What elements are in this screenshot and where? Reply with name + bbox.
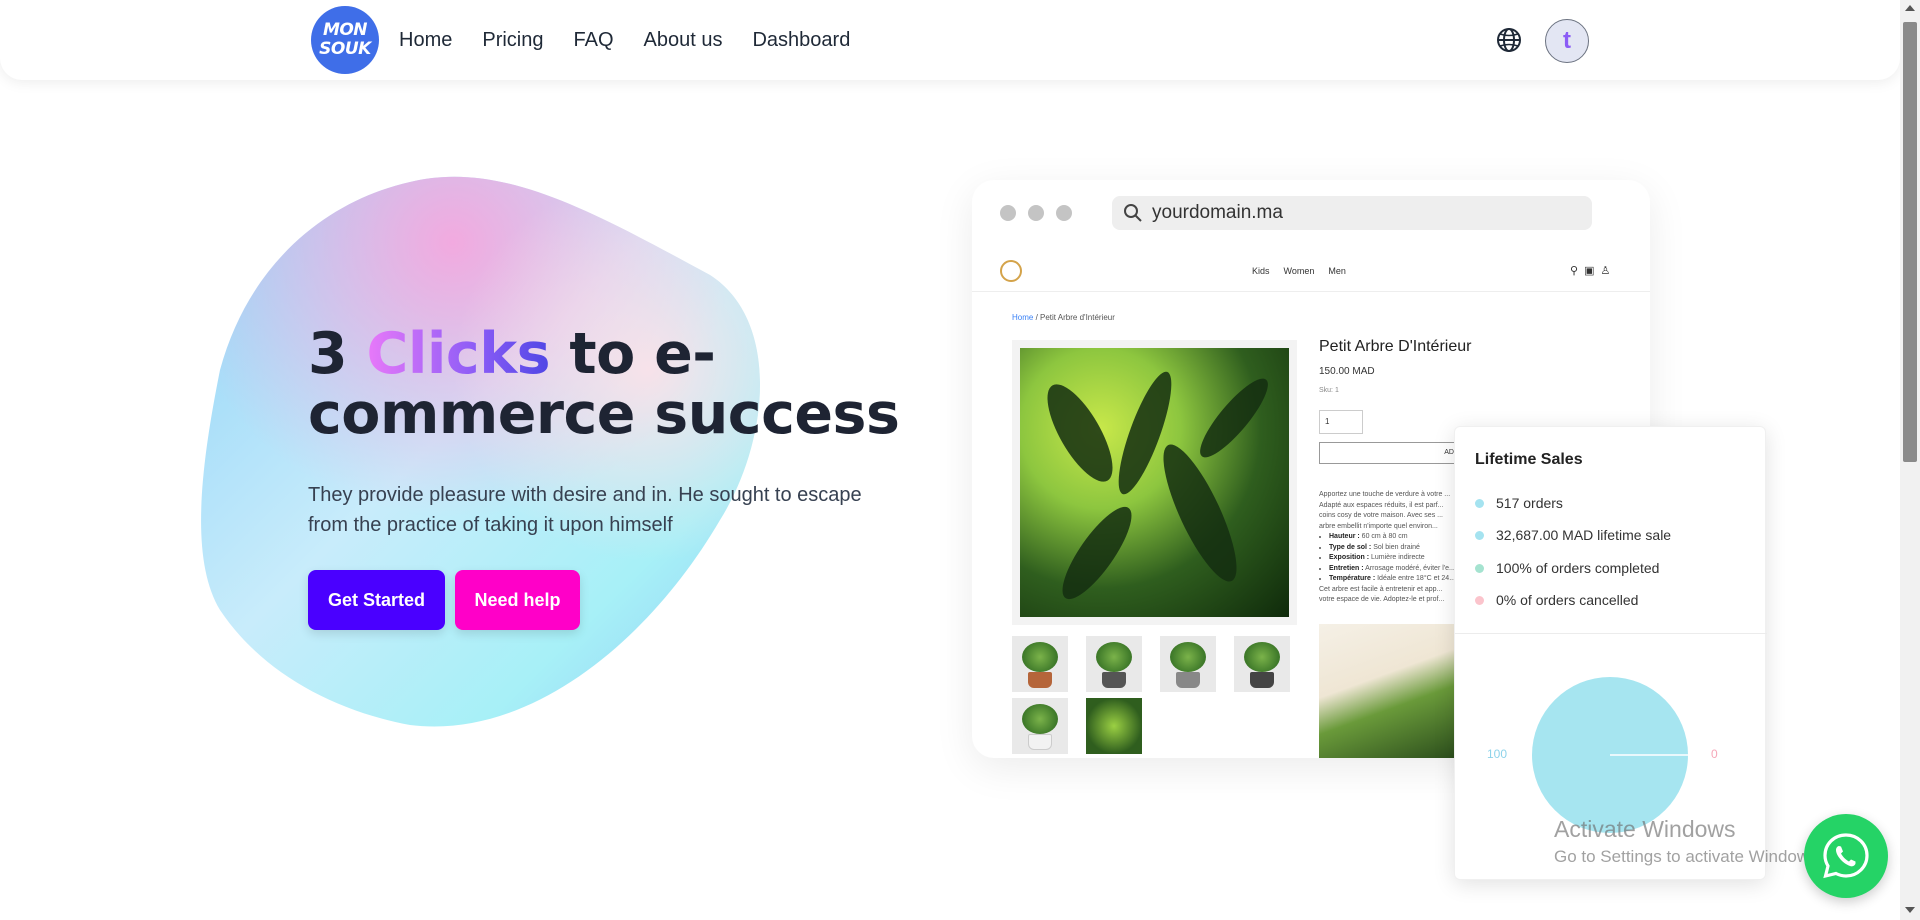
globe-icon[interactable] [1494, 25, 1524, 55]
breadcrumb-separator: / [1033, 313, 1041, 322]
spec-item: Entretien : Arrosage modéré, éviter l'e.… [1329, 564, 1459, 575]
stat-text: 517 orders [1496, 495, 1563, 511]
lifetime-sales-title: Lifetime Sales [1475, 451, 1583, 468]
shop-user-icon: ♙ [1600, 265, 1611, 277]
scroll-down-arrow-icon[interactable] [1905, 907, 1915, 913]
stat-cancelled: 0% of orders cancelled [1475, 592, 1638, 608]
lifetime-sales-card: Lifetime Sales 517 orders 32,687.00 MAD … [1454, 426, 1767, 880]
stat-text: 100% of orders completed [1496, 560, 1660, 576]
shop-search-icon: ⚲ [1570, 265, 1579, 277]
product-thumbnail[interactable] [1234, 636, 1290, 692]
top-navbar: MON SOUK Home Pricing FAQ About us Dashb… [0, 0, 1900, 80]
hero-title: 3 Clicks to e-commerce success [308, 324, 928, 444]
product-thumbnail[interactable] [1086, 698, 1142, 754]
stat-orders: 517 orders [1475, 495, 1563, 511]
product-thumbnail[interactable] [1160, 636, 1216, 692]
product-thumbnail[interactable] [1086, 636, 1142, 692]
stat-text: 32,687.00 MAD lifetime sale [1496, 527, 1672, 543]
quantity-input[interactable]: 1 [1319, 410, 1363, 434]
add-to-cart-button[interactable]: AD [1319, 442, 1459, 464]
nav-link-home[interactable]: Home [399, 29, 452, 52]
stat-bullet [1475, 530, 1484, 540]
product-sku: Sku: 1 [1319, 387, 1339, 394]
hero-subtitle: They provide pleasure with desire and in… [308, 484, 862, 536]
window-controls [1000, 205, 1072, 221]
stat-bullet [1475, 563, 1484, 573]
scrollbar-thumb[interactable] [1903, 22, 1917, 462]
url-text: yourdomain.ma [1152, 202, 1283, 223]
product-main-image [1012, 340, 1297, 625]
nav-link-pricing[interactable]: Pricing [482, 29, 543, 52]
main-nav: Home Pricing FAQ About us Dashboard [399, 0, 880, 80]
avatar-letter: t [1563, 27, 1571, 54]
logo-text-line1: MON [322, 20, 368, 40]
product-secondary-image [1319, 624, 1459, 758]
spec-item: Hauteur : 60 cm à 80 cm [1329, 532, 1459, 543]
stat-text: 0% of orders cancelled [1496, 592, 1639, 608]
window-dot [1000, 205, 1016, 221]
shop-header-icons: ⚲ ▣ ♙ [1570, 264, 1610, 277]
hero-title-part1: 3 [308, 321, 367, 387]
product-thumbnail[interactable] [1012, 636, 1068, 692]
need-help-button[interactable]: Need help [455, 570, 580, 630]
hero-title-accent: Clicks [366, 321, 551, 387]
shop-header: Kids Women Men ⚲ ▣ ♙ [972, 252, 1650, 292]
pie-label-cancelled: 0 [1711, 747, 1718, 761]
shop-nav-kids: Kids [1252, 266, 1270, 276]
nav-link-dashboard[interactable]: Dashboard [752, 29, 850, 52]
scroll-up-arrow-icon[interactable] [1905, 5, 1915, 11]
brand-logo[interactable]: MON SOUK [311, 6, 379, 74]
user-avatar[interactable]: t [1545, 19, 1589, 63]
spec-item: Température : Idéale entre 18°C et 24... [1329, 574, 1459, 585]
whatsapp-icon[interactable] [1804, 814, 1888, 898]
url-bar: yourdomain.ma [1112, 196, 1592, 230]
shop-nav-women: Women [1283, 266, 1315, 276]
watermark-line2: Go to Settings to activate Windows. [1554, 847, 1823, 866]
description-text: Apportez une touche de verdure à votre .… [1319, 491, 1451, 530]
breadcrumb-home: Home [1012, 313, 1034, 322]
logo-text-line2: SOUK [319, 39, 371, 59]
spec-item: Type de sol : Sol bien drainé [1329, 543, 1459, 554]
stat-lifetime-sale: 32,687.00 MAD lifetime sale [1475, 527, 1671, 543]
shop-nav-men: Men [1328, 266, 1346, 276]
nav-link-faq[interactable]: FAQ [574, 29, 614, 52]
windows-activation-watermark: Activate Windows Go to Settings to activ… [1554, 816, 1822, 867]
product-price: 150.00 MAD [1319, 366, 1375, 377]
get-started-button[interactable]: Get Started [308, 570, 445, 630]
description-end-text: Cet arbre est facile à entretenir et app… [1319, 585, 1445, 604]
search-icon [1124, 204, 1142, 222]
product-description: Apportez une touche de verdure à votre .… [1319, 490, 1459, 606]
hero-gradient-blob [200, 170, 780, 730]
shop-cart-icon: ▣ [1584, 265, 1595, 277]
breadcrumb: Home / Petit Arbre d'Intérieur [1012, 313, 1115, 322]
window-dot [1028, 205, 1044, 221]
nav-link-about[interactable]: About us [644, 29, 723, 52]
stat-completed: 100% of orders completed [1475, 560, 1659, 576]
stat-bullet [1475, 498, 1484, 508]
product-name: Petit Arbre D'Intérieur [1319, 338, 1472, 355]
watermark-line1: Activate Windows [1554, 816, 1736, 842]
shop-logo-icon [1000, 260, 1022, 282]
pie-label-completed: 100 [1487, 747, 1508, 761]
window-dot [1056, 205, 1072, 221]
product-thumbnail[interactable] [1012, 698, 1068, 754]
shop-nav: Kids Women Men [1252, 266, 1346, 276]
spec-item: Exposition : Lumière indirecte [1329, 553, 1459, 564]
breadcrumb-current: Petit Arbre d'Intérieur [1040, 313, 1115, 322]
stat-bullet [1475, 595, 1484, 605]
